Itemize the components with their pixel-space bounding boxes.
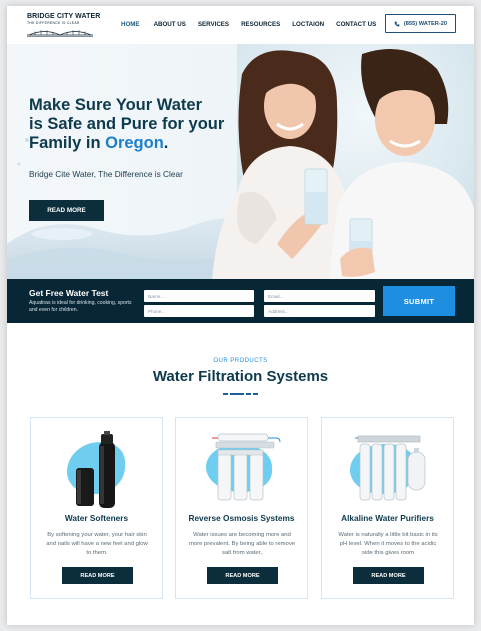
logo-tagline: THE DIFFERENCE IS CLEAR [27,21,80,25]
card-text: Water issues are becoming more and more … [188,532,296,556]
form-title: Get Free Water Test [29,288,109,298]
hero-photo [7,44,474,279]
nav-resources[interactable]: RESOURCES [241,21,280,28]
product-card-water-softeners[interactable]: Water Softeners By softening your water,… [30,417,163,599]
hero-title-line-1: Make Sure Your Water [29,96,203,114]
card-read-more-button[interactable]: READ MORE [62,567,133,584]
alkaline-purifier-image [355,435,426,501]
phone-button[interactable]: (855) WATER-20 [385,14,456,33]
logo-name: BRIDGE CITY WATER [27,13,101,20]
products-eyebrow: OUR PRODUCTS [213,357,268,364]
phone-input[interactable]: Phone... [144,305,254,317]
hero-title: Make Sure Your Water is Safe and Pure fo… [29,96,259,153]
phone-label: (855) WATER-20 [403,20,448,27]
bridge-skyline-icon [27,30,93,37]
card-title: Alkaline Water Purifiers [341,513,434,523]
card-read-more-button[interactable]: READ MORE [207,567,278,584]
card-title: Reverse Osmosis Systems [188,513,295,523]
section-divider [223,393,261,395]
hero-subtitle: Bridge Cite Water, The Difference is Cle… [29,169,183,179]
hero-section: Make Sure Your Water is Safe and Pure fo… [7,44,474,279]
hero-title-prefix: Family in [29,134,106,152]
main-nav: HOME ABOUT US SERVICES RESOURCES LOCTAIO… [121,21,376,28]
email-input[interactable]: Email... [264,290,375,302]
hero-read-more-button[interactable]: READ MORE [29,200,104,221]
nav-location[interactable]: LOCTAION [292,21,324,28]
name-input[interactable]: Name... [144,290,254,302]
product-card-alkaline-purifiers[interactable]: Alkaline Water Purifiers Water is natura… [321,417,454,599]
products-title: Water Filtration Systems [152,368,329,385]
page: BRIDGE CITY WATER THE DIFFERENCE IS CLEA… [7,6,474,625]
product-card-reverse-osmosis[interactable]: Reverse Osmosis Systems Water issues are… [175,417,308,599]
address-input[interactable]: Address... [264,305,375,317]
hero-title-line-2: is Safe and Pure for your [29,115,225,133]
reverse-osmosis-image [212,433,281,501]
form-description: Aquatiras is ideal for drinking, cooking… [29,300,132,313]
submit-button[interactable]: SUBMIT [383,286,455,316]
site-header: BRIDGE CITY WATER THE DIFFERENCE IS CLEA… [7,6,474,44]
hero-title-line-3: Family in Oregon. [29,134,259,153]
hero-title-suffix: . [163,134,169,152]
card-title: Water Softeners [64,513,129,523]
water-softener-image [76,431,115,508]
nav-home[interactable]: HOME [121,21,140,28]
hero-title-highlight: Oregon [105,134,164,152]
nav-contact-us[interactable]: CONTACT US [336,21,376,28]
card-text: By softening your water, your hair skin … [46,532,148,556]
card-text: Water is naturally a little bit basic in… [338,532,438,556]
water-test-form: Get Free Water Test Aquatiras is ideal f… [7,279,474,323]
nav-about-us[interactable]: ABOUT US [154,21,186,28]
phone-icon [394,21,400,26]
card-read-more-button[interactable]: READ MORE [353,567,424,584]
nav-services[interactable]: SERVICES [198,21,229,28]
logo[interactable]: BRIDGE CITY WATER THE DIFFERENCE IS CLEA… [27,13,101,39]
